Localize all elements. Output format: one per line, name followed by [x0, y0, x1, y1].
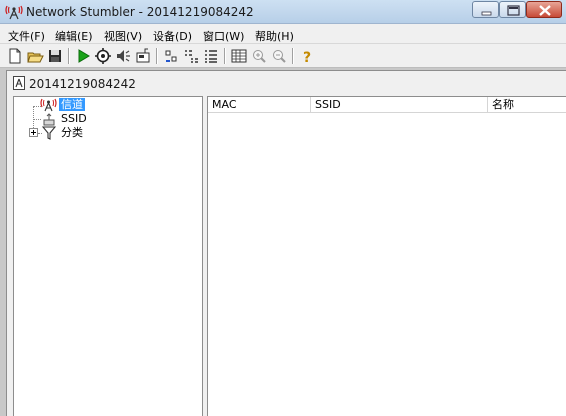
close-icon	[539, 5, 551, 16]
menu-bar: 文件(F) 编辑(E) 视图(V) 设备(D) 窗口(W) 帮助(H)	[0, 24, 566, 44]
new-button[interactable]	[6, 47, 24, 65]
ssid-icon	[42, 112, 56, 126]
list-icon	[185, 50, 198, 63]
column-header-name[interactable]: 名称	[488, 97, 566, 113]
tree-item-category[interactable]: 分类	[40, 126, 100, 140]
window-title: Network Stumbler - 20141219084242	[26, 5, 254, 19]
details-icon	[205, 50, 217, 63]
filter-icon	[41, 126, 57, 140]
tree-item-ssid[interactable]: SSID	[40, 112, 100, 126]
toolbar-separator	[156, 48, 158, 64]
small-icons-icon	[165, 50, 177, 62]
tree-item-label: SSID	[61, 112, 87, 125]
list-view-button[interactable]	[182, 47, 200, 65]
auto-config-button[interactable]	[94, 47, 112, 65]
menu-help[interactable]: 帮助(H)	[255, 28, 294, 44]
app-antenna-icon	[5, 4, 23, 20]
document-window[interactable]: 20141219084242 信道 SSID 分类 MAC SSID 名称	[6, 70, 566, 416]
title-bar[interactable]: Network Stumbler - 20141219084242	[0, 0, 566, 24]
tree-item-label: 信道	[59, 98, 85, 111]
help-button[interactable]: ?	[298, 47, 316, 65]
play-button[interactable]	[74, 47, 92, 65]
list-header: MAC SSID 名称	[208, 97, 566, 113]
minimize-icon	[481, 11, 492, 16]
tree-pane[interactable]: 信道 SSID 分类	[13, 96, 203, 416]
zoom-in-icon	[253, 50, 266, 63]
document-title: 20141219084242	[29, 77, 136, 91]
toolbar-separator	[68, 48, 70, 64]
toolbar-separator	[224, 48, 226, 64]
save-button[interactable]	[46, 47, 64, 65]
play-icon	[78, 49, 90, 63]
tree-item-channel[interactable]: 信道	[40, 98, 100, 112]
device-icon	[136, 48, 150, 63]
zoom-in-button[interactable]	[250, 47, 268, 65]
maximize-icon	[507, 5, 520, 16]
menu-window[interactable]: 窗口(W)	[203, 28, 244, 44]
new-icon	[9, 48, 21, 64]
help-icon: ?	[303, 50, 311, 65]
zoom-out-icon	[273, 50, 286, 63]
expand-toggle[interactable]	[29, 128, 38, 137]
menu-edit[interactable]: 编辑(E)	[55, 28, 93, 44]
close-button[interactable]	[526, 1, 562, 18]
maximize-button[interactable]	[499, 1, 526, 18]
ap-list-view[interactable]: MAC SSID 名称	[207, 96, 566, 416]
column-header-ssid[interactable]: SSID	[311, 97, 488, 113]
svg-text:?: ?	[303, 50, 311, 65]
device-button[interactable]	[134, 47, 152, 65]
document-antenna-icon	[13, 76, 25, 90]
menu-view[interactable]: 视图(V)	[104, 28, 142, 44]
speaker-icon	[117, 50, 130, 62]
mdi-workspace: 20141219084242 信道 SSID 分类 MAC SSID 名称	[0, 68, 566, 416]
antenna-icon	[40, 97, 57, 112]
open-icon	[27, 52, 44, 63]
tree-item-label: 分类	[61, 126, 83, 139]
small-icons-button[interactable]	[162, 47, 180, 65]
column-header-mac[interactable]: MAC	[208, 97, 311, 113]
details-view-button[interactable]	[202, 47, 220, 65]
menu-device[interactable]: 设备(D)	[153, 28, 192, 44]
grid-icon	[231, 49, 247, 63]
grid-button[interactable]	[230, 47, 248, 65]
open-button[interactable]	[26, 47, 44, 65]
minimize-button[interactable]	[472, 1, 499, 18]
speaker-button[interactable]	[114, 47, 132, 65]
save-icon	[49, 50, 61, 62]
document-title-bar[interactable]: 20141219084242	[7, 71, 566, 95]
menu-file[interactable]: 文件(F)	[8, 28, 45, 44]
zoom-out-button[interactable]	[270, 47, 288, 65]
auto-config-icon	[95, 48, 111, 64]
toolbar: ?	[0, 44, 566, 68]
toolbar-separator	[292, 48, 294, 64]
